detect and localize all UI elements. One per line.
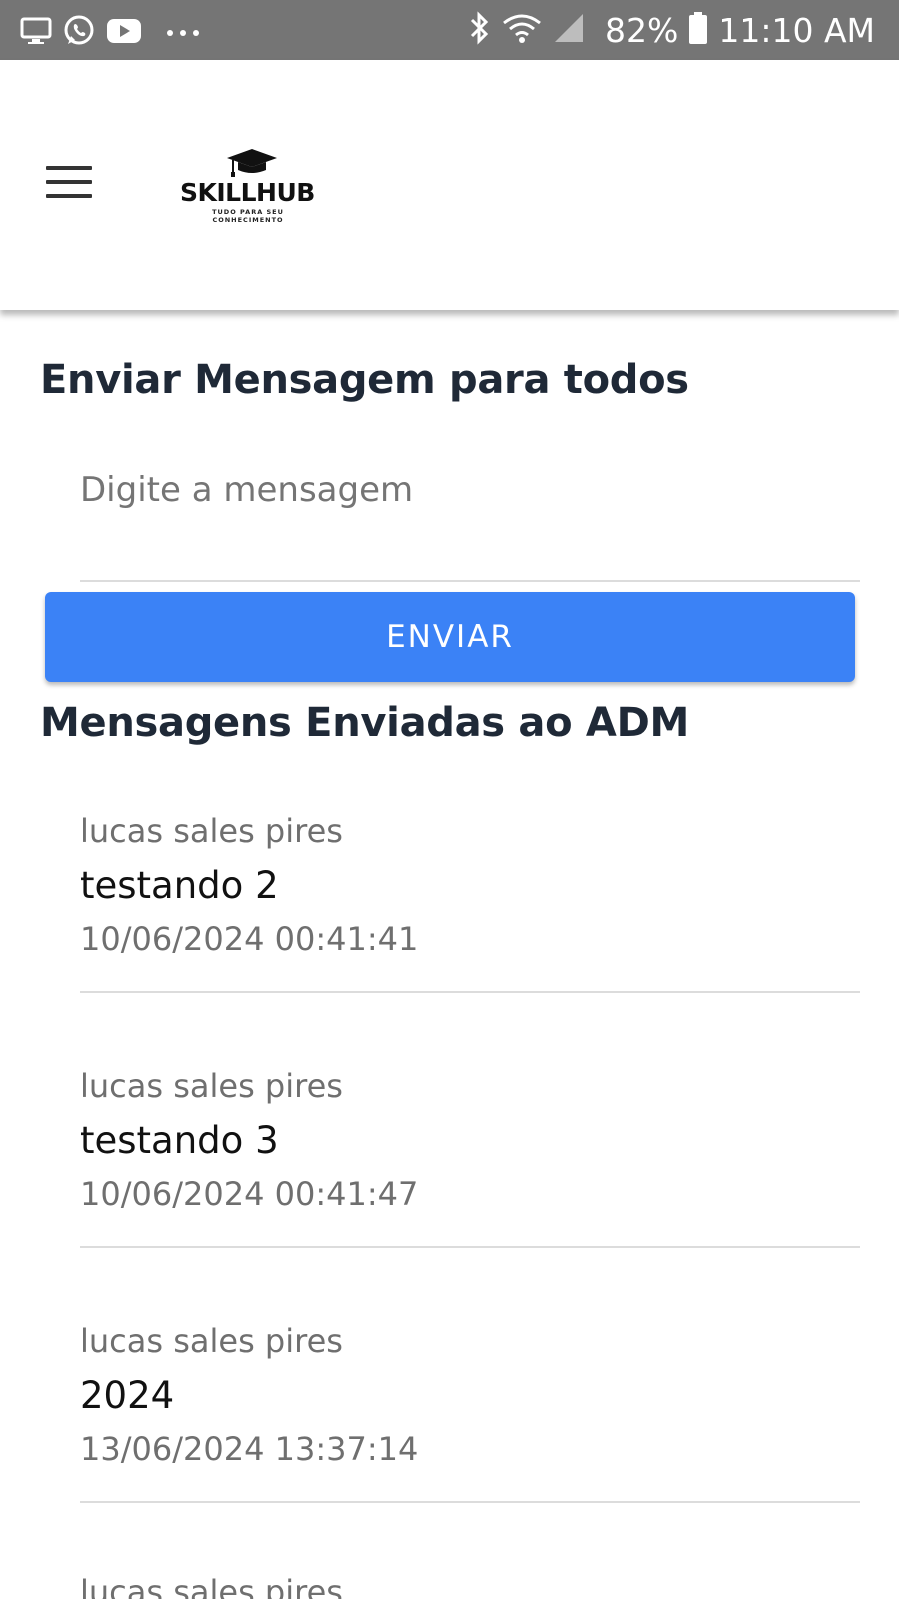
logo-wordmark: SKILLHUB <box>180 178 315 207</box>
list-item[interactable]: lucas sales pires testando 3 10/06/2024 … <box>80 1067 860 1322</box>
inbox-title: Mensagens Enviadas ao ADM <box>40 700 689 746</box>
list-item[interactable]: lucas sales pires 2024 13/06/2024 13:37:… <box>80 1322 860 1577</box>
battery-percentage: 82% <box>605 10 679 50</box>
divider <box>80 1501 860 1503</box>
list-item[interactable]: lucas sales pires testando 2 10/06/2024 … <box>80 812 860 1067</box>
broadcast-title: Enviar Mensagem para todos <box>40 357 689 403</box>
message-text: testando 2 <box>80 864 279 907</box>
status-bar-left-icons <box>20 14 210 53</box>
clock: 11:10 AM <box>718 10 875 50</box>
wifi-icon <box>501 11 543 50</box>
message-sender: lucas sales pires <box>80 812 343 850</box>
message-date: 13/06/2024 13:37:14 <box>80 1430 419 1468</box>
whatsapp-icon <box>62 14 96 53</box>
send-button[interactable]: ENVIAR <box>45 592 855 682</box>
status-bar-right: 82% 11:10 AM <box>469 0 875 60</box>
logo-tagline-line-2: CONHECIMENTO <box>212 216 284 224</box>
divider <box>80 991 860 993</box>
bluetooth-icon <box>469 10 491 50</box>
signal-icon <box>553 12 585 49</box>
message-date: 10/06/2024 00:41:47 <box>80 1175 419 1213</box>
youtube-icon <box>106 17 142 50</box>
logo-tagline: TUDO PARA SEU CONHECIMENTO <box>208 208 288 224</box>
more-dots-icon <box>166 25 200 43</box>
screen-icon <box>20 16 52 51</box>
hamburger-menu-icon[interactable] <box>46 166 94 202</box>
skillhub-logo: SKILLHUB TUDO PARA SEU CONHECIMENTO <box>178 148 333 238</box>
message-input[interactable] <box>80 448 860 532</box>
app-header: SKILLHUB TUDO PARA SEU CONHECIMENTO <box>0 60 899 310</box>
battery-icon <box>688 11 708 50</box>
logo-tagline-line-1: TUDO PARA SEU <box>212 208 284 216</box>
input-underline <box>80 580 860 582</box>
list-item[interactable]: lucas sales pires <box>80 1577 860 1599</box>
message-text: 2024 <box>80 1374 175 1417</box>
divider <box>80 1246 860 1248</box>
message-sender: lucas sales pires <box>80 1067 343 1105</box>
message-text: testando 3 <box>80 1119 279 1162</box>
status-bar: 82% 11:10 AM <box>0 0 899 60</box>
message-date: 10/06/2024 00:41:41 <box>80 920 419 958</box>
message-sender: lucas sales pires <box>80 1577 343 1599</box>
message-sender: lucas sales pires <box>80 1322 343 1360</box>
